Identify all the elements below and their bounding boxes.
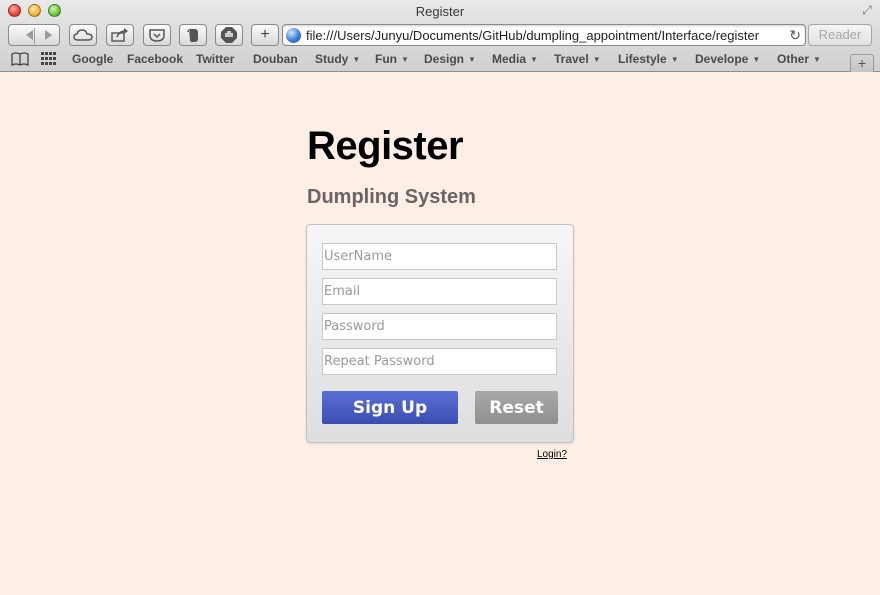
share-button[interactable]: [106, 24, 134, 46]
login-link[interactable]: Login?: [537, 449, 567, 460]
pocket-button[interactable]: [143, 24, 171, 46]
window-title: Register: [415, 4, 465, 19]
bookmark-folder-develope[interactable]: Develope ▼: [695, 52, 760, 66]
chevron-down-icon: ▼: [468, 55, 476, 64]
chevron-down-icon: ▼: [530, 55, 538, 64]
plus-icon[interactable]: +: [850, 54, 874, 72]
bookmark-folder-other[interactable]: Other ▼: [777, 52, 821, 66]
chevron-down-icon: ▼: [670, 55, 679, 64]
bookmark-facebook[interactable]: Facebook: [127, 52, 183, 66]
share-icon: [111, 28, 128, 42]
evernote-button[interactable]: [179, 24, 207, 46]
reload-icon[interactable]: ↻: [789, 27, 801, 44]
chevron-down-icon: ▼: [813, 55, 821, 64]
evernote-icon: [187, 29, 198, 42]
chevron-down-icon: ▼: [401, 55, 409, 64]
bookmark-folder-travel[interactable]: Travel ▼: [554, 52, 601, 66]
page-subtitle: Dumpling System: [307, 186, 476, 208]
toolbar: + file:///Users/Junyu/Documents/GitHub/d…: [0, 22, 880, 48]
pocket-icon: [149, 29, 165, 42]
chevron-down-icon: ▼: [352, 55, 361, 64]
url-text[interactable]: file:///Users/Junyu/Documents/GitHub/dum…: [306, 28, 786, 43]
bookmarks-bar: Google Facebook Twitter Douban Study ▼ Fu…: [0, 49, 880, 71]
bookmark-twitter[interactable]: Twitter: [196, 52, 234, 66]
chevron-down-icon: ▼: [752, 55, 761, 64]
address-bar[interactable]: file:///Users/Junyu/Documents/GitHub/dum…: [282, 24, 806, 46]
segment-divider: [34, 28, 35, 44]
bookmark-google[interactable]: Google: [72, 52, 113, 66]
bookmark-folder-study[interactable]: Study ▼: [315, 52, 360, 66]
username-field[interactable]: [322, 243, 557, 270]
bookmark-folder-fun[interactable]: Fun ▼: [375, 52, 409, 66]
bookmark-folder-design[interactable]: Design ▼: [424, 52, 476, 66]
password-field[interactable]: [322, 313, 557, 340]
bookmark-folder-media[interactable]: Media ▼: [492, 52, 538, 66]
icloud-icon: [73, 29, 93, 41]
chevron-down-icon: ▼: [592, 55, 601, 64]
icloud-button[interactable]: [69, 24, 97, 46]
adblock-icon: [221, 27, 237, 43]
fullscreen-icon[interactable]: ⤢: [860, 3, 874, 17]
reader-button[interactable]: Reader: [808, 24, 872, 46]
adblock-button[interactable]: [215, 24, 243, 46]
repeat-password-field[interactable]: [322, 348, 557, 375]
sign-up-button[interactable]: Sign Up: [322, 391, 458, 424]
browser-chrome: Register ⤢ + file:///Users/Junyu/Documen…: [0, 0, 880, 72]
add-bookmark-button[interactable]: +: [251, 24, 279, 46]
register-form: Sign Up Reset: [306, 224, 574, 443]
email-field[interactable]: [322, 278, 557, 305]
back-forward-button[interactable]: [8, 24, 60, 46]
title-bar: Register ⤢: [0, 0, 880, 22]
bookmark-folder-lifestyle[interactable]: Lifestyle ▼: [618, 52, 679, 66]
bookmark-douban[interactable]: Douban: [253, 52, 298, 66]
reset-button[interactable]: Reset: [475, 391, 558, 424]
add-icon: +: [260, 26, 270, 43]
page-title: Register: [307, 124, 464, 168]
globe-icon: [286, 28, 301, 43]
grid-icon[interactable]: [41, 52, 57, 69]
book-icon[interactable]: [11, 52, 29, 69]
